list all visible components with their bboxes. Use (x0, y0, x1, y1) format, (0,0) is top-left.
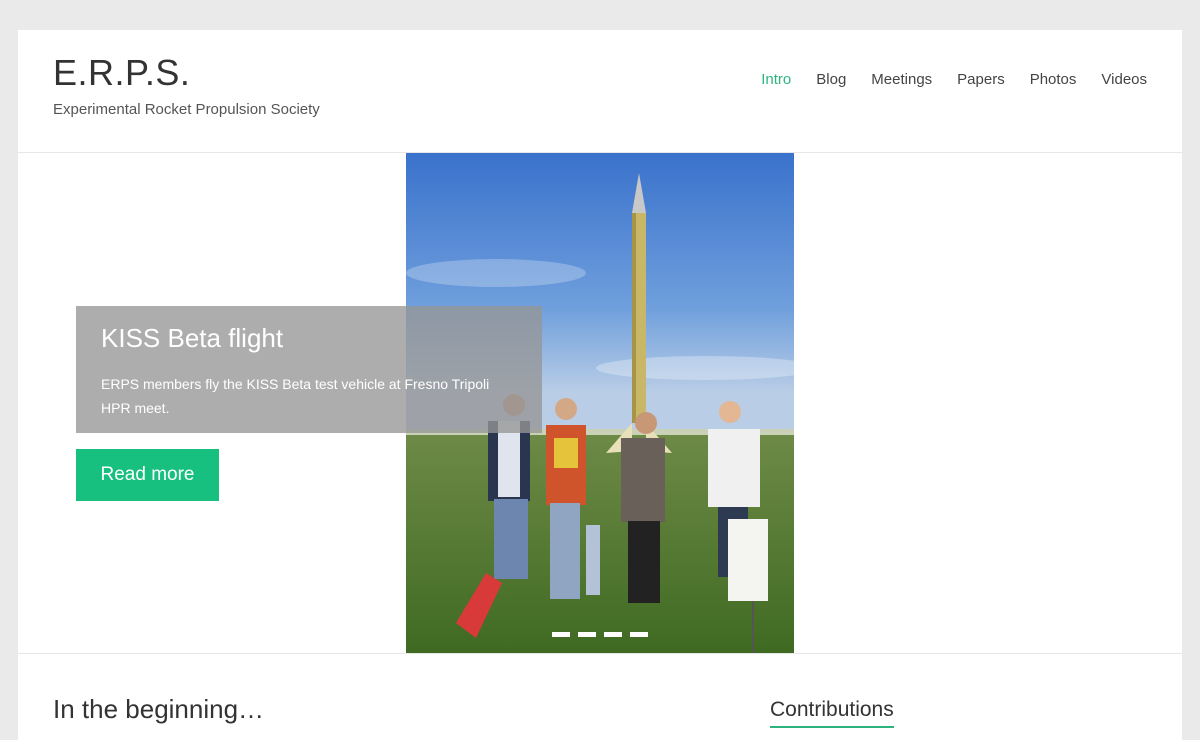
nav-item-papers[interactable]: Papers (957, 71, 1005, 88)
main-navigation: Intro Blog Meetings Papers Photos Videos (761, 71, 1147, 88)
widget-title: Contributions (770, 698, 894, 728)
section-title: In the beginning… (53, 694, 265, 724)
nav-item-photos[interactable]: Photos (1030, 71, 1077, 88)
nav-item-meetings[interactable]: Meetings (871, 71, 932, 88)
site-title[interactable]: E.R.P.S. (53, 52, 190, 94)
slide-dot-2[interactable] (578, 632, 596, 637)
slide-dot-1[interactable] (552, 632, 570, 637)
nav-item-videos[interactable]: Videos (1101, 71, 1147, 88)
page-container: E.R.P.S. Experimental Rocket Propulsion … (18, 30, 1182, 740)
slide-dot-4[interactable] (630, 632, 648, 637)
slide-description: ERPS members fly the KISS Beta test vehi… (101, 376, 490, 416)
site-header: E.R.P.S. Experimental Rocket Propulsion … (18, 30, 1182, 153)
slide-caption: KISS Beta flight ERPS members fly the KI… (76, 306, 542, 433)
slider-pagination (552, 632, 648, 637)
slide-dot-3[interactable] (604, 632, 622, 637)
hero-slider: KISS Beta flight ERPS members fly the KI… (18, 153, 1182, 654)
site-description: Experimental Rocket Propulsion Society (53, 101, 320, 118)
nav-item-intro[interactable]: Intro (761, 71, 791, 88)
nav-item-blog[interactable]: Blog (816, 71, 846, 88)
slide-title: KISS Beta flight (101, 323, 284, 353)
read-more-button[interactable]: Read more (76, 449, 219, 501)
